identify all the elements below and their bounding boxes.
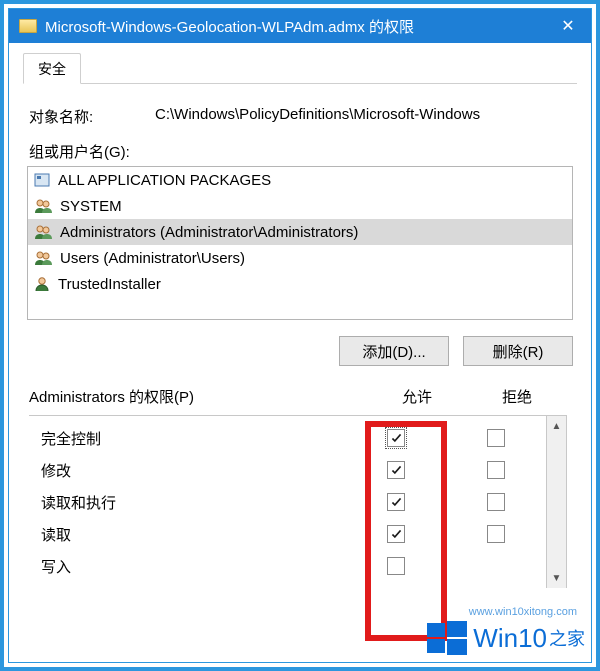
folder-icon <box>19 19 37 33</box>
group-item[interactable]: Users (Administrator\Users) <box>28 245 572 271</box>
permission-name: 写入 <box>41 556 346 577</box>
allow-cell <box>346 429 446 447</box>
deny-cell <box>446 493 546 511</box>
group-item[interactable]: Administrators (Administrator\Administra… <box>28 219 572 245</box>
permission-name: 读取 <box>41 524 346 545</box>
permission-row: 修改 <box>41 454 546 486</box>
titlebar: Microsoft-Windows-Geolocation-WLPAdm.adm… <box>9 9 591 43</box>
checkbox-checked[interactable] <box>387 429 405 447</box>
window-title: Microsoft-Windows-Geolocation-WLPAdm.adm… <box>45 16 545 37</box>
groups-label: 组或用户名(G): <box>29 141 577 162</box>
group-icon <box>34 250 54 266</box>
permission-row: 完全控制 <box>41 422 546 454</box>
deny-cell <box>446 525 546 543</box>
permission-name: 读取和执行 <box>41 492 346 513</box>
group-list[interactable]: ALL APPLICATION PACKAGES SYSTEM Administra… <box>27 166 573 320</box>
watermark: Win10 之家 <box>427 618 585 658</box>
watermark-url: www.win10xitong.com <box>469 606 577 618</box>
remove-button[interactable]: 删除(R) <box>463 336 573 366</box>
group-item[interactable]: TrustedInstaller <box>28 271 572 297</box>
allow-cell <box>346 493 446 511</box>
deny-cell <box>446 461 546 479</box>
scroll-up-button[interactable]: ▲ <box>547 416 566 436</box>
group-icon <box>34 198 54 214</box>
deny-cell <box>446 429 546 447</box>
checkbox-unchecked[interactable] <box>487 525 505 543</box>
tab-security[interactable]: 安全 <box>23 53 81 84</box>
group-icon <box>34 224 54 240</box>
object-name-row: 对象名称: C:\Windows\PolicyDefinitions\Micro… <box>29 106 575 127</box>
allow-cell <box>346 461 446 479</box>
tab-strip: 安全 <box>23 53 577 84</box>
windows-logo-icon <box>427 618 467 658</box>
group-item-label: Users (Administrator\Users) <box>60 250 245 267</box>
checkbox-checked[interactable] <box>387 493 405 511</box>
allow-cell <box>346 557 446 575</box>
group-item-label: TrustedInstaller <box>58 276 161 293</box>
scroll-down-button[interactable]: ▼ <box>547 568 566 588</box>
object-name-label: 对象名称: <box>29 106 155 127</box>
allow-column-header: 允许 <box>367 386 467 407</box>
group-item[interactable]: ALL APPLICATION PACKAGES <box>28 167 572 193</box>
allow-cell <box>346 525 446 543</box>
packages-icon <box>34 172 52 188</box>
close-button[interactable]: ✕ <box>545 9 591 43</box>
watermark-suffix: 之家 <box>549 625 585 651</box>
permission-row: 读取和执行 <box>41 486 546 518</box>
group-item-label: SYSTEM <box>60 198 122 215</box>
permissions-header: Administrators 的权限(P) 允许 拒绝 <box>29 386 567 407</box>
group-item-label: ALL APPLICATION PACKAGES <box>58 172 271 189</box>
checkbox-checked[interactable] <box>387 525 405 543</box>
permission-row: 写入 <box>41 550 546 582</box>
permissions-title: Administrators 的权限(P) <box>29 386 367 407</box>
deny-column-header: 拒绝 <box>467 386 567 407</box>
permission-name: 完全控制 <box>41 428 346 449</box>
permission-name: 修改 <box>41 460 346 481</box>
group-item[interactable]: SYSTEM <box>28 193 572 219</box>
checkbox-unchecked[interactable] <box>487 461 505 479</box>
permission-row: 读取 <box>41 518 546 550</box>
checkbox-unchecked[interactable] <box>387 557 405 575</box>
add-button[interactable]: 添加(D)... <box>339 336 449 366</box>
object-name-value: C:\Windows\PolicyDefinitions\Microsoft-W… <box>155 106 575 127</box>
watermark-brand: Win10 <box>473 623 547 654</box>
group-item-label: Administrators (Administrator\Administra… <box>60 224 358 241</box>
scrollbar[interactable]: ▲ ▼ <box>546 416 566 588</box>
permissions-table: 完全控制修改读取和执行读取写入 ▲ ▼ <box>29 415 567 588</box>
button-row: 添加(D)... 删除(R) <box>27 336 573 366</box>
checkbox-unchecked[interactable] <box>487 493 505 511</box>
checkbox-checked[interactable] <box>387 461 405 479</box>
checkbox-unchecked[interactable] <box>487 429 505 447</box>
user-icon <box>34 276 52 292</box>
